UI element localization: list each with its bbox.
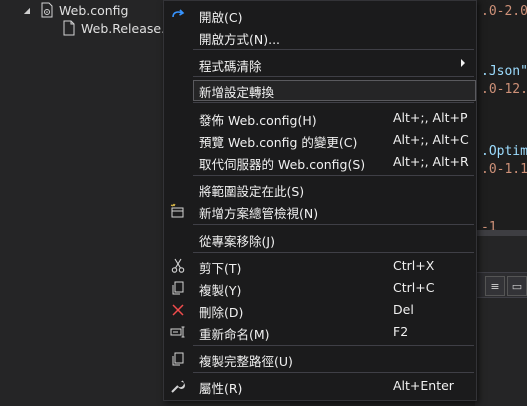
- copy-icon: [170, 280, 186, 296]
- menu-item-shortcut: F2: [393, 324, 409, 339]
- menu-item-cut[interactable]: 剪下(T) Ctrl+X: [164, 255, 476, 277]
- menu-item-shortcut: Alt+Enter: [393, 378, 454, 393]
- config-file-icon: [40, 2, 54, 18]
- menu-item-label: 重新命名(M): [199, 327, 270, 342]
- menu-item-publish-webconfig[interactable]: 發佈 Web.config(H) Alt+;, Alt+P: [164, 107, 476, 129]
- context-menu: 開啟(C) 開啟方式(N)... 程式碼清除 新增設定轉換 發佈 Web.con…: [163, 0, 477, 401]
- wrap-icon[interactable]: ▭: [507, 276, 527, 296]
- menu-item-copy[interactable]: 複製(Y) Ctrl+C: [164, 277, 476, 299]
- menu-separator: [193, 252, 474, 253]
- menu-item-label: 開啟方式(N)...: [199, 32, 281, 47]
- menu-item-label: 從專案移除(J): [199, 234, 275, 249]
- menu-separator: [193, 76, 474, 77]
- menu-item-label: 發佈 Web.config(H): [199, 113, 317, 128]
- bottom-tool-panel: ≡ ▭: [475, 236, 527, 406]
- menu-item-label: 新增方案總管檢視(N): [199, 206, 319, 221]
- menu-separator: [193, 102, 474, 103]
- menu-item-copy-full-path[interactable]: 複製完整路徑(U): [164, 348, 476, 370]
- menu-item-open-with[interactable]: 開啟方式(N)...: [164, 26, 476, 48]
- copy-icon: [170, 351, 186, 367]
- menu-item-add-config-transform[interactable]: 新增設定轉換: [164, 79, 476, 101]
- menu-item-open[interactable]: 開啟(C): [164, 4, 476, 26]
- menu-item-new-solution-view[interactable]: 新增方案總管檢視(N): [164, 200, 476, 222]
- menu-separator: [193, 345, 474, 346]
- delete-x-icon: [170, 302, 186, 318]
- tree-item-label: Web.Release.c: [81, 20, 172, 36]
- new-view-icon: [170, 203, 186, 219]
- rename-icon: [170, 324, 186, 340]
- navigate-arrow-icon: [170, 7, 186, 23]
- menu-item-shortcut: Alt+;, Alt+P: [393, 110, 468, 125]
- code-line: .0-12.: [481, 82, 527, 97]
- menu-item-shortcut: Alt+;, Alt+C: [393, 132, 469, 147]
- menu-item-scope-to-this[interactable]: 將範圍設定在此(S): [164, 178, 476, 200]
- menu-item-label: 複製完整路徑(U): [199, 354, 293, 369]
- menu-item-label: 預覽 Web.config 的變更(C): [199, 135, 358, 150]
- list-toggle-icon[interactable]: ≡: [485, 276, 505, 296]
- code-line: .Optim: [481, 144, 527, 159]
- tree-item-web-config[interactable]: ◢ Web.config: [22, 0, 128, 20]
- menu-item-label: 取代伺服器的 Web.config(S): [199, 157, 366, 172]
- tree-item-web-release-config[interactable]: Web.Release.c: [62, 18, 172, 38]
- menu-item-delete[interactable]: 刪除(D) Del: [164, 299, 476, 321]
- menu-item-label: 程式碼清除: [199, 59, 262, 74]
- menu-separator: [193, 175, 474, 176]
- menu-item-shortcut: Ctrl+X: [393, 258, 435, 273]
- menu-item-shortcut: Ctrl+C: [393, 280, 435, 295]
- expanded-triangle-icon[interactable]: ◢: [22, 5, 32, 15]
- panel-toolbar: ≡ ▭: [475, 272, 527, 298]
- code-editor[interactable]: .0-2.0 .Json" .0-12. .Optim .0-1.1 -1: [475, 0, 527, 230]
- menu-item-properties[interactable]: 屬性(R) Alt+Enter: [164, 375, 476, 397]
- menu-item-label: 複製(Y): [199, 283, 242, 298]
- menu-item-label: 刪除(D): [199, 305, 244, 320]
- menu-item-shortcut: Del: [393, 302, 414, 317]
- menu-item-label: 將範圍設定在此(S): [199, 184, 305, 199]
- menu-item-exclude-from-project[interactable]: 從專案移除(J): [164, 228, 476, 250]
- menu-separator: [193, 372, 474, 373]
- menu-item-shortcut: Alt+;, Alt+R: [393, 154, 469, 169]
- menu-item-label: 開啟(C): [199, 10, 243, 25]
- menu-item-rename[interactable]: 重新命名(M) F2: [164, 321, 476, 343]
- code-line: .Json": [481, 64, 527, 79]
- wrench-icon: [170, 378, 186, 394]
- menu-item-preview-webconfig[interactable]: 預覽 Web.config 的變更(C) Alt+;, Alt+C: [164, 129, 476, 151]
- tree-item-label: Web.config: [59, 2, 129, 18]
- menu-separator: [193, 224, 474, 225]
- menu-item-label: 剪下(T): [199, 261, 242, 276]
- code-line: -1: [481, 220, 497, 230]
- code-line: .0-1.1: [481, 162, 527, 177]
- code-line: .0-2.0: [481, 4, 527, 19]
- menu-item-replace-server-webconfig[interactable]: 取代伺服器的 Web.config(S) Alt+;, Alt+R: [164, 151, 476, 173]
- menu-item-label: 屬性(R): [199, 381, 243, 396]
- menu-item-code-cleanup[interactable]: 程式碼清除: [164, 53, 476, 75]
- submenu-arrow-icon: [461, 59, 465, 67]
- config-file-icon: [62, 20, 76, 36]
- menu-item-label: 新增設定轉換: [199, 85, 275, 100]
- scissors-icon: [170, 258, 186, 274]
- menu-separator: [193, 49, 474, 50]
